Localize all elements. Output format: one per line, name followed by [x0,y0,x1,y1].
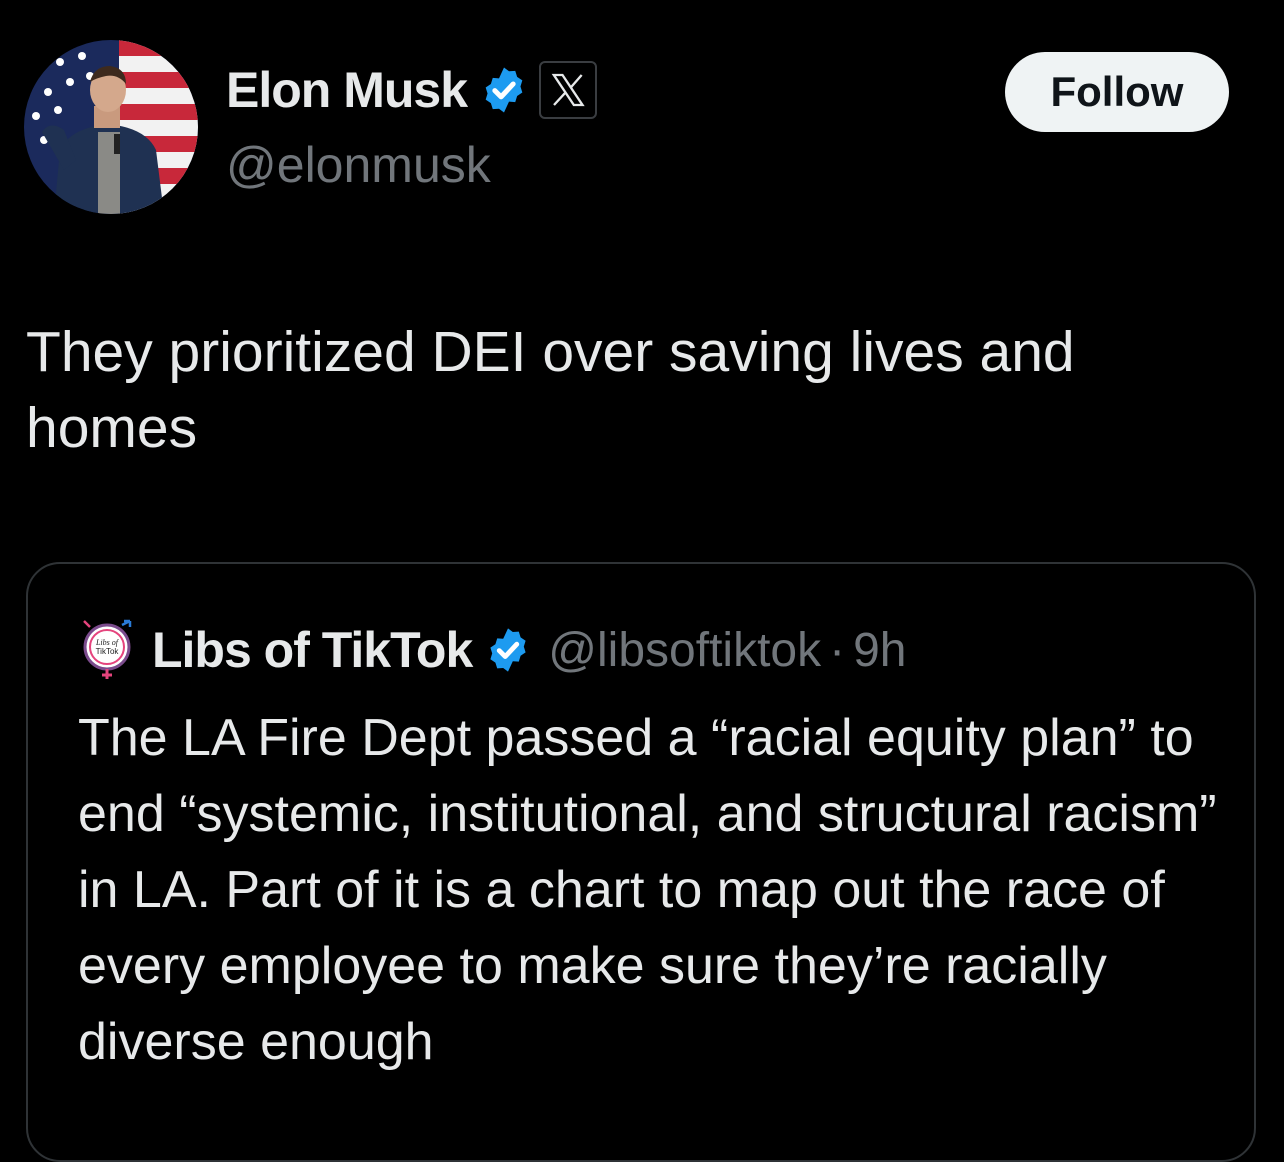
separator-dot: · [829,623,846,677]
quoted-tweet-timestamp[interactable]: 9h [853,623,906,678]
quoted-tweet-card[interactable]: Libs of TikTok Libs of TikTok @libsoftik… [26,562,1256,1162]
x-logo-icon[interactable] [539,61,598,119]
quoted-author-name[interactable]: Libs of TikTok [152,621,473,679]
author-handle[interactable]: @elonmusk [226,136,491,194]
tweet-text: They prioritized DEI over saving lives a… [26,320,1075,460]
follow-button[interactable]: Follow [1005,52,1229,132]
author-name-row: Elon Musk [226,58,598,122]
svg-text:TikTok: TikTok [96,647,120,656]
author-avatar[interactable] [24,40,198,214]
avatar-photo [24,40,198,214]
quoted-author-handle[interactable]: @libsoftiktok [548,623,821,678]
quoted-tweet-text: The LA Fire Dept passed a “racial equity… [78,709,1217,1071]
verified-badge-icon[interactable] [479,65,529,115]
author-name[interactable]: Elon Musk [226,61,468,119]
libs-of-tiktok-avatar-icon[interactable]: Libs of TikTok [78,619,136,681]
quoted-tweet-header: Libs of TikTok Libs of TikTok @libsoftik… [78,619,906,681]
quoted-verified-badge-icon[interactable] [484,626,532,674]
svg-text:Libs of: Libs of [95,638,120,647]
